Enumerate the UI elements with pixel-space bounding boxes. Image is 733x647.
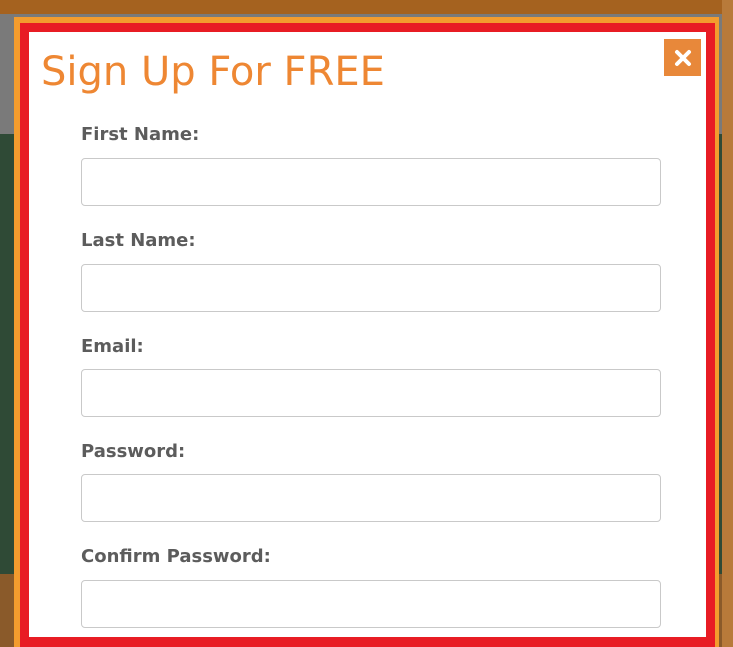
password-field[interactable] <box>81 474 661 522</box>
first-name-label: First Name: <box>81 124 200 145</box>
password-label: Password: <box>81 441 186 462</box>
email-field[interactable] <box>81 369 661 417</box>
email-label: Email: <box>81 336 144 357</box>
background-stripe <box>722 0 733 647</box>
last-name-label: Last Name: <box>81 230 196 251</box>
confirm-password-label: Confirm Password: <box>81 546 271 567</box>
close-button[interactable] <box>664 39 701 76</box>
modal-title: Sign Up For FREE <box>41 49 385 95</box>
confirm-password-field[interactable] <box>81 580 661 628</box>
close-x-icon <box>674 49 691 66</box>
background-header <box>0 0 733 14</box>
last-name-field[interactable] <box>81 264 661 312</box>
signup-modal: Sign Up For FREE First Name: Last Name: … <box>20 23 715 647</box>
first-name-field[interactable] <box>81 158 661 206</box>
